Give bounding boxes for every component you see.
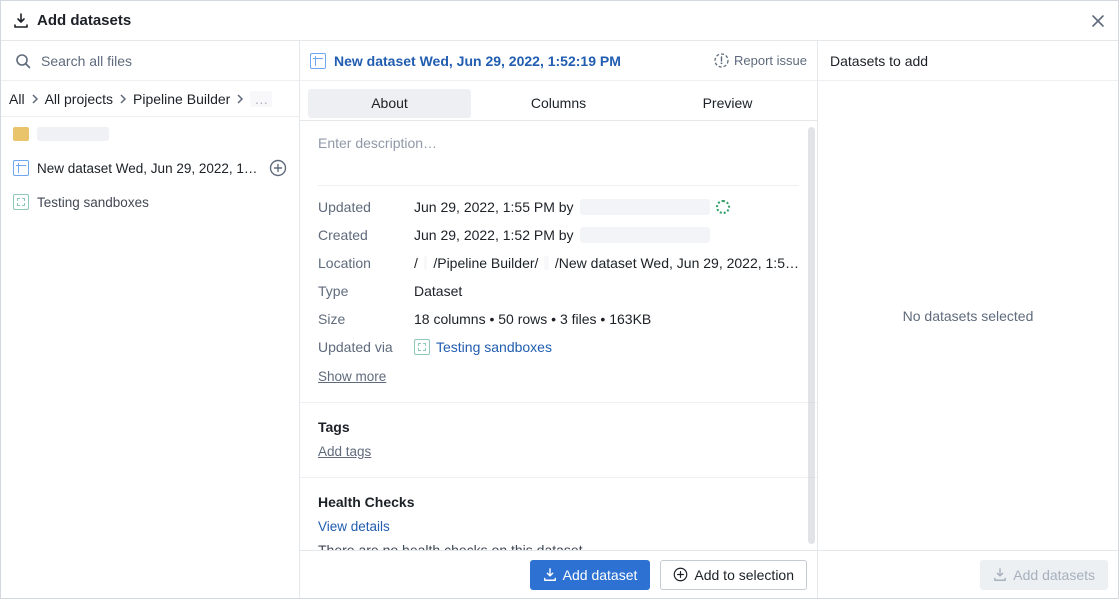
dataset-icon bbox=[13, 160, 29, 176]
search-input[interactable] bbox=[41, 53, 285, 69]
tags-title: Tags bbox=[318, 419, 799, 435]
add-datasets-label: Add datasets bbox=[1013, 567, 1095, 583]
value-size: 18 columns • 50 rows • 3 files • 163KB bbox=[414, 311, 799, 327]
sandbox-row[interactable]: Testing sandboxes bbox=[1, 185, 299, 219]
chevron-right-icon bbox=[31, 94, 39, 104]
label-updated: Updated bbox=[318, 199, 414, 215]
user-redacted bbox=[580, 227, 710, 243]
selection-footer: Add datasets bbox=[818, 550, 1118, 598]
report-issue-label: Report issue bbox=[734, 53, 807, 68]
sync-status-icon bbox=[716, 200, 730, 214]
detail-header: New dataset Wed, Jun 29, 2022, 1:52:19 P… bbox=[300, 41, 817, 81]
breadcrumb: All All projects Pipeline Builder … bbox=[1, 81, 299, 117]
health-title: Health Checks bbox=[318, 494, 799, 510]
dialog-title: Add datasets bbox=[37, 12, 1090, 29]
detail-panel: New dataset Wed, Jun 29, 2022, 1:52:19 P… bbox=[300, 41, 818, 598]
label-type: Type bbox=[318, 283, 414, 299]
tab-about[interactable]: About bbox=[308, 89, 471, 118]
chevron-right-icon bbox=[236, 94, 244, 104]
value-created: Jun 29, 2022, 1:52 PM by bbox=[414, 227, 799, 243]
file-list: New dataset Wed, Jun 29, 2022, 1:… Testi… bbox=[1, 117, 299, 598]
file-browser-panel: All All projects Pipeline Builder … bbox=[1, 41, 300, 598]
label-updated-via: Updated via bbox=[318, 339, 414, 355]
folder-icon bbox=[13, 127, 29, 141]
sandbox-icon bbox=[414, 339, 430, 355]
close-icon[interactable] bbox=[1090, 13, 1106, 29]
description-input[interactable] bbox=[318, 135, 799, 186]
sandbox-icon bbox=[13, 194, 29, 210]
warning-circle-icon bbox=[714, 53, 729, 68]
crumb-all-projects[interactable]: All projects bbox=[45, 91, 113, 107]
download-icon bbox=[13, 13, 29, 29]
value-updated: Jun 29, 2022, 1:55 PM by bbox=[414, 199, 799, 215]
add-datasets-button: Add datasets bbox=[980, 560, 1108, 590]
selection-panel: Datasets to add No datasets selected Add… bbox=[818, 41, 1118, 598]
folder-row[interactable] bbox=[1, 117, 299, 151]
scrollbar[interactable] bbox=[808, 127, 815, 544]
add-tags-link[interactable]: Add tags bbox=[318, 444, 371, 459]
selection-title: Datasets to add bbox=[818, 41, 1118, 81]
selection-empty: No datasets selected bbox=[818, 81, 1118, 550]
crumb-overflow[interactable]: … bbox=[250, 91, 272, 107]
sandbox-row-label: Testing sandboxes bbox=[37, 195, 287, 210]
detail-footer: Add dataset Add to selection bbox=[300, 550, 817, 598]
chevron-right-icon bbox=[119, 94, 127, 104]
add-to-selection-label: Add to selection bbox=[694, 567, 794, 583]
value-type: Dataset bbox=[414, 283, 799, 299]
metadata-grid: Updated Jun 29, 2022, 1:55 PM by Created… bbox=[318, 199, 799, 355]
download-icon bbox=[543, 568, 557, 582]
about-pane: Updated Jun 29, 2022, 1:55 PM by Created… bbox=[300, 121, 817, 550]
dataset-title[interactable]: New dataset Wed, Jun 29, 2022, 1:52:19 P… bbox=[334, 53, 706, 69]
download-icon bbox=[993, 568, 1007, 582]
folder-name-redacted bbox=[37, 127, 109, 141]
label-size: Size bbox=[318, 311, 414, 327]
add-circle-icon[interactable] bbox=[269, 159, 287, 177]
search-icon bbox=[15, 53, 31, 69]
show-more-link[interactable]: Show more bbox=[318, 369, 386, 384]
add-circle-icon bbox=[673, 567, 688, 582]
dataset-row[interactable]: New dataset Wed, Jun 29, 2022, 1:… bbox=[1, 151, 299, 185]
tab-columns[interactable]: Columns bbox=[477, 89, 640, 118]
tab-preview[interactable]: Preview bbox=[646, 89, 809, 118]
dataset-row-label: New dataset Wed, Jun 29, 2022, 1:… bbox=[37, 161, 261, 176]
crumb-all[interactable]: All bbox=[9, 91, 25, 107]
value-updated-via[interactable]: Testing sandboxes bbox=[414, 339, 799, 355]
value-location: //Pipeline Builder//New dataset Wed, Jun… bbox=[414, 255, 799, 271]
report-issue-button[interactable]: Report issue bbox=[714, 53, 807, 68]
search-row bbox=[1, 41, 299, 81]
add-dataset-label: Add dataset bbox=[563, 567, 638, 583]
dataset-icon bbox=[310, 53, 326, 69]
tabs: About Columns Preview bbox=[300, 81, 817, 121]
dialog-titlebar: Add datasets bbox=[1, 1, 1118, 41]
add-to-selection-button[interactable]: Add to selection bbox=[660, 560, 807, 590]
label-location: Location bbox=[318, 255, 414, 271]
add-dataset-button[interactable]: Add dataset bbox=[530, 560, 651, 590]
label-created: Created bbox=[318, 227, 414, 243]
crumb-pipeline-builder[interactable]: Pipeline Builder bbox=[133, 91, 230, 107]
health-empty-text: There are no health checks on this datas… bbox=[318, 542, 799, 550]
user-redacted bbox=[580, 199, 710, 215]
health-view-details-link[interactable]: View details bbox=[318, 519, 390, 534]
